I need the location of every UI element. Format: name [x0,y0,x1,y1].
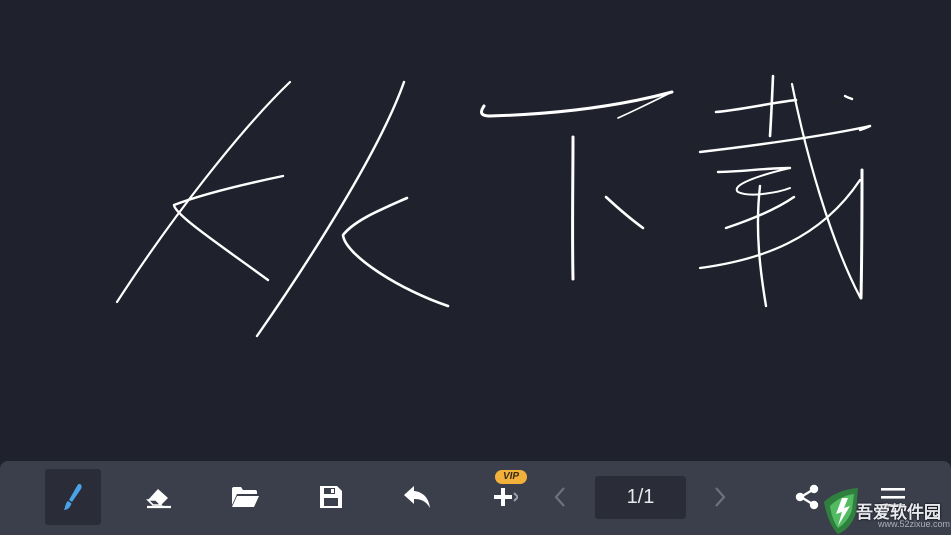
chevron-right-icon [715,487,726,507]
prev-page-button[interactable] [535,469,585,525]
chevron-left-icon [554,487,565,507]
undo-icon [404,486,430,508]
watermark-url: www.52zixue.com [878,519,951,529]
ink-stroke [172,174,285,282]
open-folder-button[interactable] [217,469,273,525]
ink-stroke [735,167,791,196]
share-icon [795,484,819,510]
ink-stroke [724,195,796,230]
page-indicator: 1/1 [595,476,686,519]
ink-stroke [698,124,872,154]
ink-stroke [480,90,674,118]
brush-icon [64,483,82,510]
ink-stroke [790,82,862,299]
save-icon [320,486,342,508]
folder-icon [232,487,259,507]
ink-stroke [768,74,775,138]
ink-stroke [617,92,671,119]
ink-stroke [604,195,645,230]
ink-stroke [843,94,854,101]
eraser-icon [146,489,171,509]
save-button[interactable] [303,469,359,525]
ink-stroke [115,80,292,304]
ink-stroke [714,98,798,114]
share-button[interactable] [779,469,835,525]
ink-stroke [756,184,768,308]
drawing-canvas[interactable] [0,0,951,460]
ink-stroke [859,168,864,300]
brush-tool-button[interactable] [45,469,101,525]
eraser-tool-button[interactable] [131,469,187,525]
plus-icon [494,488,518,506]
next-page-button[interactable] [695,469,745,525]
vip-badge: VIP [495,470,527,484]
undo-button[interactable] [389,469,445,525]
ink-stroke [698,178,862,270]
ink-stroke [341,196,450,308]
